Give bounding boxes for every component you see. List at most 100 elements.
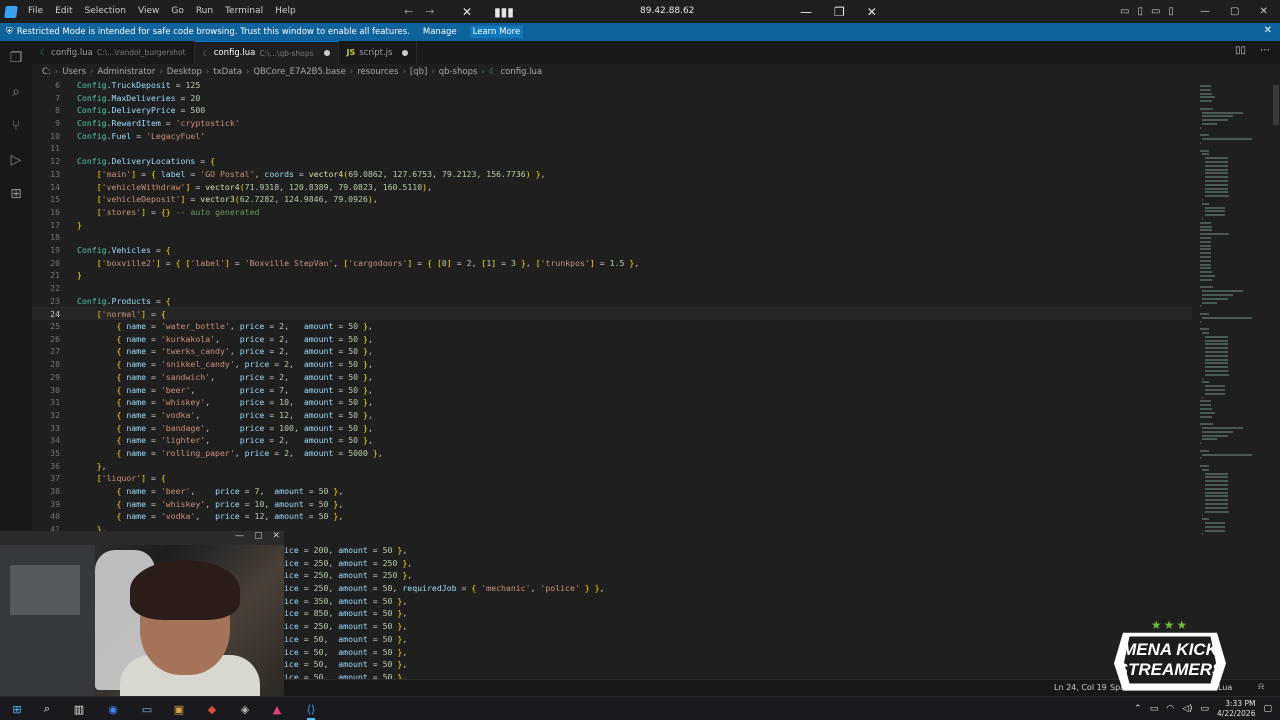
webcam-maximize-icon[interactable]: ▢	[254, 531, 263, 541]
code-line[interactable]: 16 ['stores'] = {} -- auto generated	[32, 206, 1192, 219]
close-icon[interactable]: ✕	[1259, 6, 1267, 17]
unsaved-dot-icon[interactable]	[402, 49, 409, 56]
extensions-icon[interactable]: ⊞	[0, 177, 32, 211]
code-line[interactable]: 36 },	[32, 460, 1192, 473]
menu-selection[interactable]: Selection	[79, 0, 132, 23]
code-line[interactable]: 28 { name = 'snikkel_candy', price = 2, …	[32, 358, 1192, 371]
tray-chevron-icon[interactable]: ⌃	[1134, 704, 1142, 714]
code-line[interactable]: 31 { name = 'whiskey', price = 10, amoun…	[32, 396, 1192, 409]
breadcrumb-item[interactable]: Desktop	[167, 67, 202, 77]
menu-view[interactable]: View	[132, 0, 165, 23]
code-line[interactable]: ice = 50, amount = 50 },	[284, 646, 1184, 659]
volume-icon[interactable]: ◁)	[1182, 704, 1192, 714]
menu-go[interactable]: Go	[165, 0, 189, 23]
tab-config-qbshops[interactable]: ☾ config.lua C:\...\qb-shops	[194, 41, 339, 64]
file-explorer-icon[interactable]: ▭	[138, 700, 156, 718]
layout-customize-icon[interactable]: ▭	[1120, 6, 1129, 17]
code-line[interactable]: ice = 250, amount = 50, requiredJob = { …	[284, 582, 1184, 595]
code-line[interactable]: 40 { name = 'vodka', price = 12, amount …	[32, 510, 1192, 523]
explorer-icon[interactable]: ❐	[0, 41, 32, 75]
code-line[interactable]: ice = 250, amount = 250 },	[284, 569, 1184, 582]
banner-close-icon[interactable]: ✕	[1264, 25, 1272, 36]
rdp-minimize-icon[interactable]: —	[800, 5, 812, 19]
toggle-sidebar-icon[interactable]: ▯	[1137, 6, 1143, 17]
app-pink-icon[interactable]: ▲	[268, 700, 286, 718]
code-line[interactable]: 10 Config.Fuel = 'LegacyFuel'	[32, 130, 1192, 143]
code-line[interactable]: 20 ['boxville2'] = { ['label'] = 'Boxvil…	[32, 257, 1192, 270]
code-line[interactable]: 39 { name = 'whiskey', price = 10, amoun…	[32, 498, 1192, 511]
split-editor-icon[interactable]: ▯▯	[1235, 45, 1246, 56]
signal-bars-icon[interactable]: ▮▮▮	[494, 5, 514, 19]
folder-icon[interactable]: ▣	[170, 700, 188, 718]
code-line[interactable]: 25 { name = 'water_bottle', price = 2, a…	[32, 320, 1192, 333]
menu-run[interactable]: Run	[190, 0, 219, 23]
code-line[interactable]: 32 { name = 'vodka', price = 12, amount …	[32, 409, 1192, 422]
notifications-bell-icon[interactable]: ⍾	[1258, 682, 1264, 692]
scrollbar-thumb[interactable]	[1273, 85, 1279, 125]
clock[interactable]: 3:33 PM 4/22/2026	[1217, 699, 1255, 719]
cursor-position[interactable]: Ln 24, Col 19	[1054, 683, 1107, 692]
code-line[interactable]: 9 Config.RewardItem = 'cryptostick'	[32, 117, 1192, 130]
code-line[interactable]: 18	[32, 231, 1192, 244]
code-line[interactable]: 11	[32, 142, 1192, 155]
breadcrumb-item[interactable]: config.lua	[500, 67, 542, 77]
rdp-close-icon[interactable]: ✕	[867, 5, 877, 19]
code-line[interactable]: 14 ['vehicleWithdraw'] = vector4(71.9318…	[32, 181, 1192, 194]
manage-button[interactable]: Manage	[420, 26, 460, 38]
breadcrumb-item[interactable]: [qb]	[410, 67, 427, 77]
toggle-secondary-sidebar-icon[interactable]: ▯	[1168, 6, 1174, 17]
breadcrumb-item[interactable]: C:	[42, 67, 51, 77]
minimap[interactable]	[1196, 79, 1268, 679]
network-icon[interactable]: ▭	[1150, 704, 1159, 714]
code-line[interactable]: 21}	[32, 269, 1192, 282]
code-line[interactable]: 8 Config.DeliveryPrice = 500	[32, 104, 1192, 117]
more-actions-icon[interactable]: ⋯	[1260, 45, 1270, 56]
code-line[interactable]: 26 { name = 'kurkakola', price = 2, amou…	[32, 333, 1192, 346]
app-red-icon[interactable]: ◆	[203, 700, 221, 718]
back-arrow-icon[interactable]: ←	[404, 5, 413, 18]
code-line[interactable]: 22	[32, 282, 1192, 295]
rdp-restore-icon[interactable]: ❐	[834, 5, 845, 19]
code-line[interactable]: 41 },	[32, 523, 1192, 531]
tab-script-js[interactable]: JS script.js	[339, 41, 418, 64]
chrome-icon[interactable]: ◉	[104, 700, 122, 718]
code-line[interactable]: 38 { name = 'beer', price = 7, amount = …	[32, 485, 1192, 498]
code-line[interactable]: 12 Config.DeliveryLocations = {	[32, 155, 1192, 168]
code-line[interactable]: 29 { name = 'sandwich', price = 2, amoun…	[32, 371, 1192, 384]
code-editor-lower[interactable]: ice = 200, amount = 50 }, ice = 250, amou…	[284, 544, 1184, 679]
code-line[interactable]: 17}	[32, 219, 1192, 232]
code-line[interactable]: 34 { name = 'lighter', price = 2, amount…	[32, 434, 1192, 447]
minimize-icon[interactable]: —	[1200, 6, 1210, 17]
vertical-scrollbar[interactable]	[1272, 79, 1280, 679]
battery-icon[interactable]: ▭	[1201, 704, 1210, 714]
code-line[interactable]: 35 { name = 'rolling_paper', price = 2, …	[32, 447, 1192, 460]
code-line[interactable]: 15 ['vehicleDeposit'] = vector3(62.7282,…	[32, 193, 1192, 206]
code-line[interactable]: ice = 250, amount = 250 },	[284, 557, 1184, 570]
menu-help[interactable]: Help	[269, 0, 302, 23]
maximize-icon[interactable]: ▢	[1230, 6, 1239, 17]
code-line[interactable]: 24 ['normal'] = {	[32, 307, 1192, 321]
menu-edit[interactable]: Edit	[49, 0, 78, 23]
vscode-taskbar-icon[interactable]: ⟨⟩	[302, 700, 320, 720]
code-line[interactable]: 30 { name = 'beer', price = 7, amount = …	[32, 384, 1192, 397]
code-line[interactable]: 19 Config.Vehicles = {	[32, 244, 1192, 257]
code-line[interactable]: ice = 200, amount = 50 },	[284, 544, 1184, 557]
notification-icon[interactable]: ▢	[1263, 704, 1272, 714]
code-line[interactable]: ice = 850, amount = 50 },	[284, 607, 1184, 620]
code-line[interactable]: 7 Config.MaxDeliveries = 20	[32, 92, 1192, 105]
code-line[interactable]: 37 ['liquor'] = {	[32, 472, 1192, 485]
webcam-minimize-icon[interactable]: —	[235, 531, 244, 541]
unsaved-dot-icon[interactable]	[323, 50, 330, 56]
breadcrumb-item[interactable]: QBCore_E7A2B5.base	[253, 67, 346, 77]
breadcrumb-item[interactable]: qb-shops	[439, 67, 478, 77]
wifi-icon[interactable]: ◠	[1166, 704, 1174, 714]
menu-file[interactable]: File	[22, 0, 49, 23]
taskbar-search-icon[interactable]: ⌕	[38, 700, 56, 718]
code-line[interactable]: ice = 50, amount = 50 },	[284, 658, 1184, 671]
code-line[interactable]: 6 Config.TruckDeposit = 125	[32, 79, 1192, 92]
code-line[interactable]: 23 Config.Products = {	[32, 295, 1192, 308]
task-view-icon[interactable]: ▥	[70, 700, 88, 718]
app-gray-icon[interactable]: ◈	[236, 700, 254, 718]
code-line[interactable]: 27 { name = 'twerks_candy', price = 2, a…	[32, 345, 1192, 358]
learn-more-button[interactable]: Learn More	[469, 26, 524, 38]
